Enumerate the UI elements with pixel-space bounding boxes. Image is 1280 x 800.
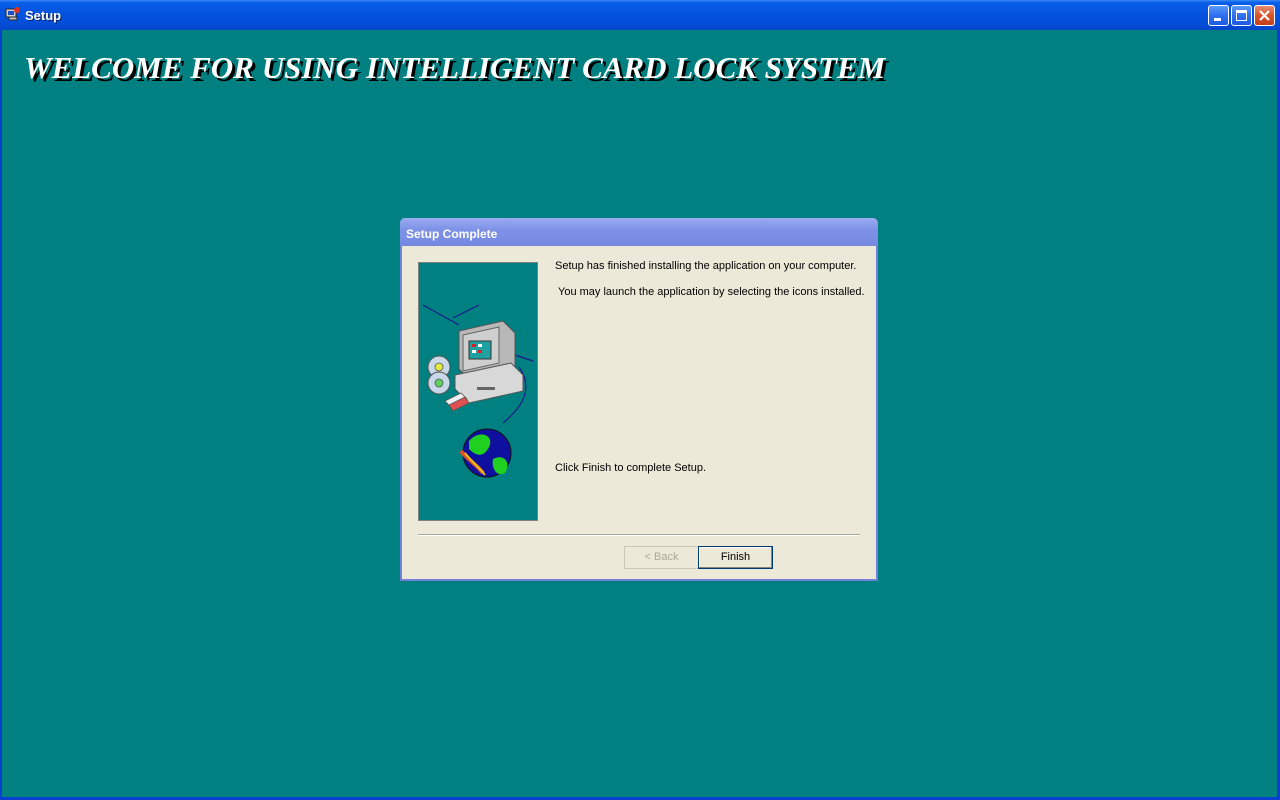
- setup-complete-dialog: Setup Complete Setup has finished instal…: [400, 218, 878, 581]
- window-title: Setup: [25, 8, 62, 23]
- welcome-banner: WELCOME FOR USING INTELLIGENT CARD LOCK …: [24, 50, 886, 85]
- maximize-icon: [1236, 10, 1247, 21]
- setup-app-icon[interactable]: [5, 6, 21, 22]
- dialog-message-launch: You may launch the application by select…: [558, 286, 865, 298]
- back-button[interactable]: < Back: [624, 546, 699, 569]
- maximize-button[interactable]: [1231, 5, 1252, 26]
- dialog-divider: [418, 534, 860, 536]
- window-titlebar[interactable]: Setup: [0, 0, 1280, 30]
- dialog-message-click-finish: Click Finish to complete Setup.: [555, 462, 707, 474]
- setup-window: Setup WELCOME FOR USING INTELLIGENT CARD…: [0, 0, 1280, 800]
- close-icon: [1259, 10, 1270, 21]
- dialog-title: Setup Complete: [406, 227, 498, 241]
- dialog-titlebar[interactable]: Setup Complete: [400, 218, 878, 246]
- computer-cd-globe-illustration: [418, 262, 538, 521]
- minimize-icon: [1214, 18, 1221, 21]
- close-button[interactable]: [1254, 5, 1275, 26]
- dialog-message-finished: Setup has finished installing the applic…: [555, 260, 857, 272]
- minimize-button[interactable]: [1208, 5, 1229, 26]
- finish-button[interactable]: Finish: [698, 546, 773, 569]
